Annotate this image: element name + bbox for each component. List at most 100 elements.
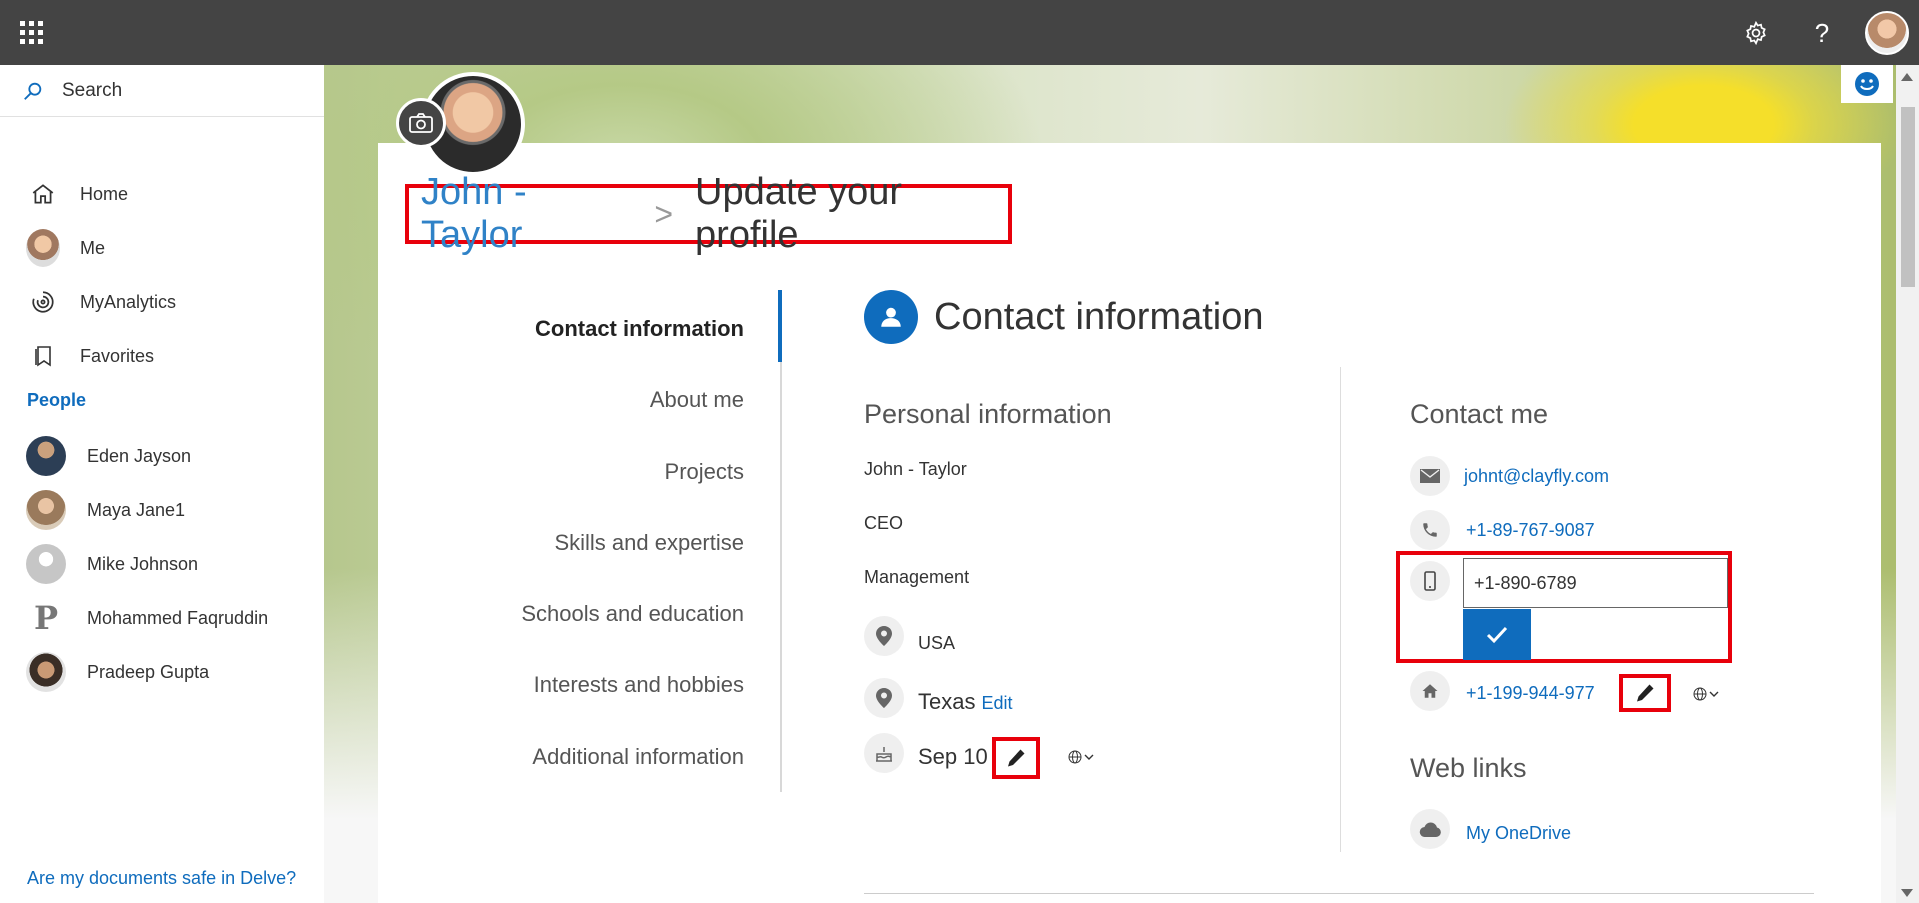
active-indicator <box>778 290 782 362</box>
camera-icon <box>409 113 433 133</box>
email-link[interactable]: johnt@clayfly.com <box>1464 466 1609 487</box>
section-additional[interactable]: Additional information <box>532 744 744 770</box>
section-skills[interactable]: Skills and expertise <box>554 530 744 556</box>
avatar <box>26 436 66 476</box>
search-box[interactable]: Search <box>0 65 324 117</box>
state-value: Texas <box>918 689 976 714</box>
home-phone-edit-button[interactable] <box>1619 674 1671 712</box>
section-divider <box>864 893 1814 894</box>
waffle-icon[interactable] <box>20 21 44 45</box>
search-label: Search <box>62 79 123 101</box>
nav-me-label: Me <box>80 237 106 258</box>
state-edit-link[interactable]: Edit <box>981 693 1012 714</box>
nav-home-label: Home <box>80 183 129 204</box>
birthday-row: Sep 10 <box>864 733 988 773</box>
avatar <box>26 652 66 692</box>
cloud-icon <box>1410 809 1450 849</box>
avatar: P <box>26 598 66 638</box>
confirm-mobile-button[interactable] <box>1463 609 1531 660</box>
onedrive-row: My OneDrive <box>1410 809 1571 849</box>
country-value: USA <box>918 632 956 653</box>
avatar <box>26 229 60 267</box>
nav-favorites[interactable]: Favorites <box>26 336 154 376</box>
sidebar: Search Home Me MyAnalytics Favorites Peo… <box>0 65 324 903</box>
mobile-phone-icon <box>1410 561 1450 601</box>
checkmark-icon <box>1486 626 1508 643</box>
birthday-edit-button[interactable] <box>992 737 1040 779</box>
birthday-value: Sep 10 <box>918 744 988 769</box>
vertical-scrollbar[interactable] <box>1896 65 1919 903</box>
scroll-up-arrow[interactable] <box>1901 73 1913 81</box>
scroll-down-arrow[interactable] <box>1901 889 1913 897</box>
location-pin-icon <box>864 616 904 656</box>
work-phone-link[interactable]: +1-89-767-9087 <box>1466 520 1595 541</box>
web-links-heading: Web links <box>1410 753 1527 783</box>
phone-icon <box>1410 510 1450 550</box>
display-name: John - Taylor <box>864 459 967 479</box>
person-eden-jayson[interactable]: Eden Jayson <box>26 435 191 477</box>
chevron-down-icon <box>1084 754 1094 760</box>
mail-icon <box>1410 456 1450 496</box>
nav-me[interactable]: Me <box>26 228 105 268</box>
documents-safe-link[interactable]: Are my documents safe in Delve? <box>27 868 296 889</box>
content-title: Contact information <box>934 295 1264 338</box>
people-heading: People <box>27 390 87 410</box>
personal-info-heading: Personal information <box>864 399 1112 429</box>
pencil-icon <box>1637 684 1654 702</box>
home-phone-row: +1-199-944-977 <box>1410 671 1595 711</box>
nav-home[interactable]: Home <box>26 174 128 214</box>
column-divider <box>1340 367 1341 852</box>
email-row: johnt@clayfly.com <box>1410 456 1609 496</box>
person-mohammed-faqruddin[interactable]: P Mohammed Faqruddin <box>26 597 268 639</box>
breadcrumb-profile-link[interactable]: John - Taylor <box>421 171 632 257</box>
home-phone-visibility-dropdown[interactable] <box>1693 687 1719 701</box>
gear-icon[interactable] <box>1737 14 1775 52</box>
user-avatar[interactable] <box>1865 11 1909 55</box>
home-phone-link[interactable]: +1-199-944-977 <box>1466 683 1595 704</box>
help-button[interactable]: ? <box>1803 14 1841 52</box>
breadcrumb: John - Taylor > Update your profile <box>405 171 1012 256</box>
location-pin-icon <box>864 678 904 718</box>
person-name: Mike Johnson <box>87 553 199 574</box>
section-projects[interactable]: Projects <box>665 459 744 485</box>
analytics-icon <box>26 285 60 319</box>
change-photo-button[interactable] <box>396 98 446 148</box>
section-nav: Contact information About me Projects Sk… <box>430 290 782 792</box>
person-icon <box>864 290 918 344</box>
nav-myanalytics-label: MyAnalytics <box>80 291 177 312</box>
bookmark-icon <box>26 339 60 373</box>
home-icon <box>26 177 60 211</box>
cake-icon <box>864 733 904 773</box>
top-bar: ? <box>0 0 1919 65</box>
globe-icon <box>1693 687 1707 701</box>
state-row: Texas Edit <box>864 678 1013 718</box>
person-name: Pradeep Gupta <box>87 661 210 682</box>
country-row: USA <box>864 616 955 656</box>
mobile-phone-input[interactable] <box>1463 558 1728 608</box>
section-contact-information[interactable]: Contact information <box>535 316 744 342</box>
pencil-icon <box>1008 749 1025 767</box>
search-icon <box>24 82 42 100</box>
contact-me-heading: Contact me <box>1410 399 1549 429</box>
job-title: CEO <box>864 513 904 533</box>
person-name: Mohammed Faqruddin <box>87 607 269 628</box>
section-interests[interactable]: Interests and hobbies <box>534 672 744 698</box>
nav-favorites-label: Favorites <box>80 345 155 366</box>
section-about-me[interactable]: About me <box>650 387 744 413</box>
nav-myanalytics[interactable]: MyAnalytics <box>26 282 176 322</box>
person-maya-jane1[interactable]: Maya Jane1 <box>26 489 185 531</box>
chevron-down-icon <box>1709 691 1719 697</box>
scroll-thumb[interactable] <box>1901 107 1915 287</box>
person-pradeep-gupta[interactable]: Pradeep Gupta <box>26 651 209 693</box>
breadcrumb-separator: > <box>654 195 674 232</box>
section-schools[interactable]: Schools and education <box>521 601 744 627</box>
birthday-visibility-dropdown[interactable] <box>1068 750 1094 764</box>
department: Management <box>864 567 970 587</box>
globe-icon <box>1068 750 1082 764</box>
content-header: Contact information <box>864 290 1264 344</box>
avatar <box>26 544 66 584</box>
home-icon <box>1410 671 1450 711</box>
feedback-button[interactable] <box>1841 65 1893 103</box>
person-mike-johnson[interactable]: Mike Johnson <box>26 543 198 585</box>
onedrive-link[interactable]: My OneDrive <box>1466 823 1571 844</box>
